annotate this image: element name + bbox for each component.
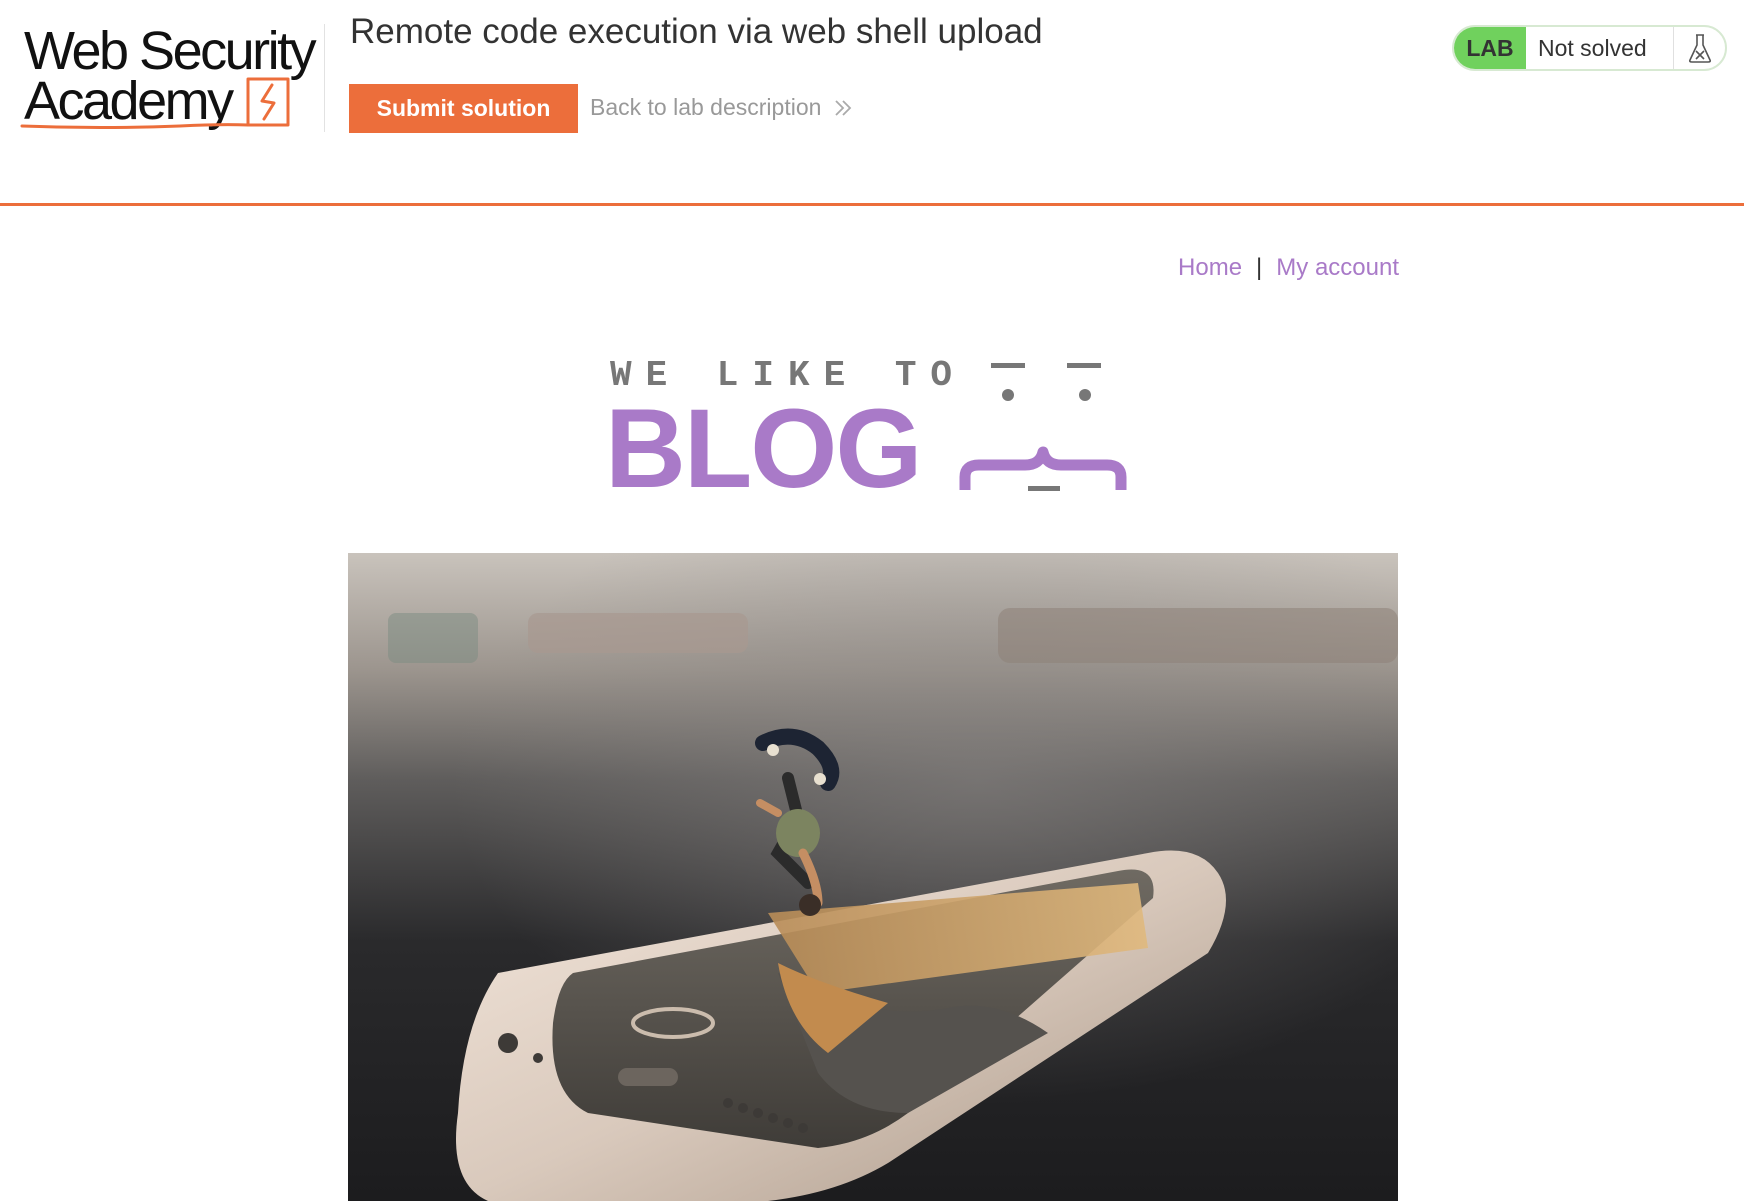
lab-status-widget: LAB Not solved	[1452, 25, 1727, 71]
nav-my-account-link[interactable]: My account	[1276, 254, 1399, 281]
lab-title: Remote code execution via web shell uplo…	[350, 12, 1043, 51]
lab-status-text: Not solved	[1526, 27, 1674, 69]
logo-line1: Web Security	[24, 21, 317, 81]
double-chevron-right-icon	[833, 98, 853, 118]
banner-blog-word: BLOG	[605, 386, 923, 511]
back-to-lab-description-link[interactable]: Back to lab description	[590, 94, 853, 121]
web-security-academy-logo[interactable]: Web Security Academy	[20, 20, 320, 135]
logo-underline-icon	[20, 123, 250, 129]
submit-solution-button[interactable]: Submit solution	[349, 84, 578, 133]
top-nav: Home | My account	[1060, 254, 1399, 282]
nav-separator: |	[1256, 254, 1263, 281]
academy-header: Web Security Academy Remote code executi…	[0, 0, 1744, 206]
skateboarder-phone-photo	[348, 553, 1398, 1201]
nav-home-link[interactable]: Home	[1178, 254, 1242, 281]
blog-banner: WE LIKE TO BLOG	[600, 355, 1140, 505]
lab-badge: LAB	[1454, 27, 1526, 69]
blog-face-logo-icon	[959, 363, 1127, 491]
header-divider	[324, 24, 325, 132]
back-link-label: Back to lab description	[590, 94, 822, 120]
logo-lightning-box-icon	[246, 77, 290, 127]
blog-hero-image[interactable]	[348, 553, 1398, 1201]
flask-icon	[1674, 27, 1725, 69]
